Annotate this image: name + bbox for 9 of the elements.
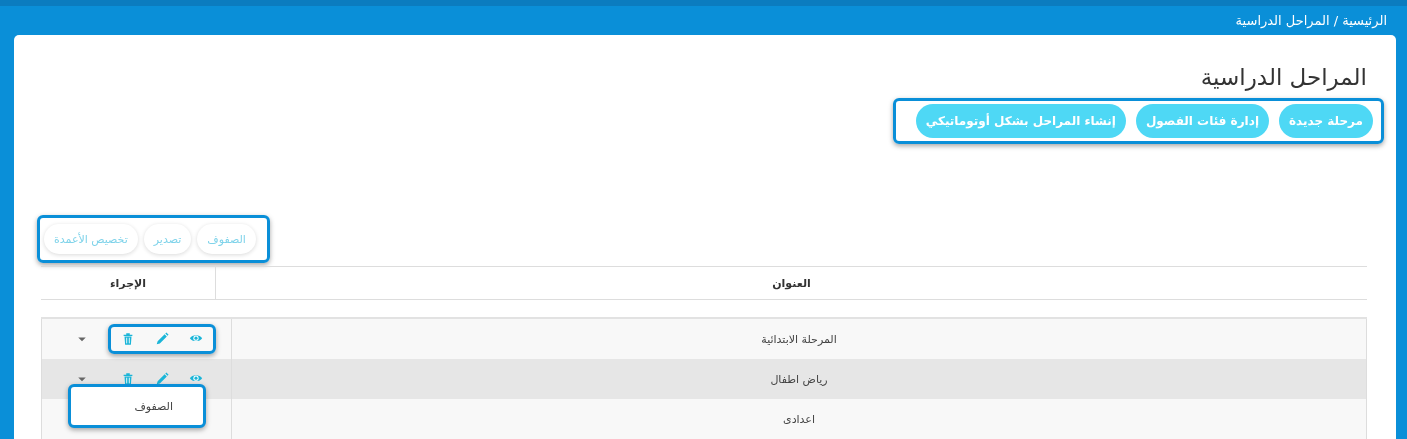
delete-icon[interactable]: [121, 332, 135, 346]
column-header[interactable]: الإجراء: [41, 267, 215, 299]
breadcrumb: الرئيسية / المراحل الدراسية: [1235, 13, 1387, 29]
edit-icon[interactable]: [155, 372, 169, 386]
menu-item[interactable]: الصفوف: [134, 399, 203, 413]
delete-icon[interactable]: [121, 372, 135, 386]
page-title: المراحل الدراسية: [1199, 63, 1367, 93]
edit-icon[interactable]: [155, 332, 169, 346]
column-header[interactable]: العنوان: [215, 267, 1367, 299]
